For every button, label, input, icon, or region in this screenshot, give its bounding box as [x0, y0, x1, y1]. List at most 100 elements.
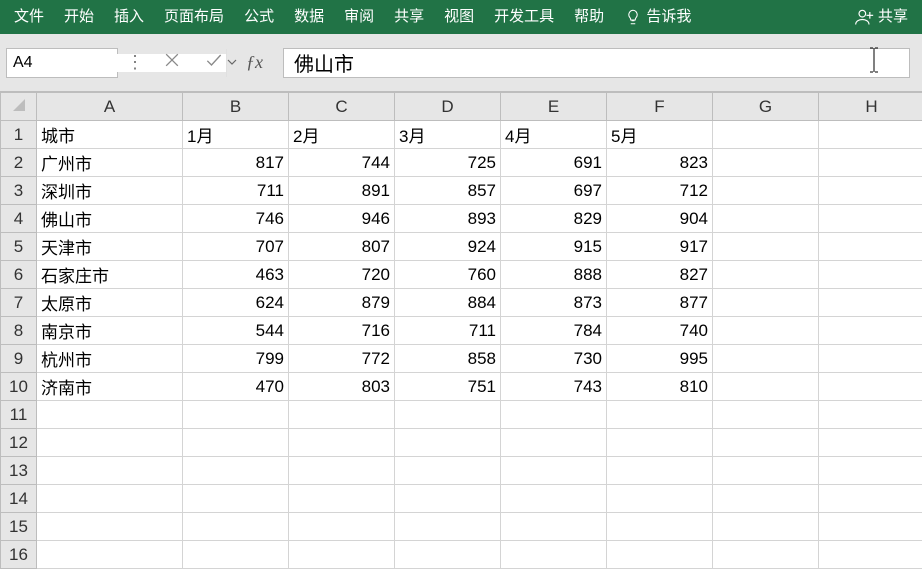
col-header-g[interactable]: G [713, 93, 819, 121]
row-header[interactable]: 5 [1, 233, 37, 261]
spreadsheet-grid[interactable]: A B C D E F G H 1城市1月2月3月4月5月2广州市8177447… [0, 92, 922, 575]
select-all-corner[interactable] [1, 93, 37, 121]
row-header[interactable]: 9 [1, 345, 37, 373]
cell[interactable] [395, 541, 501, 569]
cell[interactable] [713, 177, 819, 205]
row-header[interactable]: 14 [1, 485, 37, 513]
cell[interactable]: 707 [183, 233, 289, 261]
tab-help[interactable]: 帮助 [564, 0, 614, 34]
cell[interactable]: 760 [395, 261, 501, 289]
cell[interactable] [183, 429, 289, 457]
tab-review[interactable]: 审阅 [334, 0, 384, 34]
cell[interactable] [183, 401, 289, 429]
cell[interactable]: 823 [607, 149, 713, 177]
cell[interactable]: 893 [395, 205, 501, 233]
cell[interactable]: 879 [289, 289, 395, 317]
cell[interactable]: 716 [289, 317, 395, 345]
cell[interactable] [713, 205, 819, 233]
cell[interactable]: 463 [183, 261, 289, 289]
cell[interactable]: 917 [607, 233, 713, 261]
cell[interactable]: 624 [183, 289, 289, 317]
cell[interactable] [289, 513, 395, 541]
cell[interactable]: 5月 [607, 121, 713, 149]
cell[interactable]: 772 [289, 345, 395, 373]
cell[interactable] [819, 261, 922, 289]
tab-page-layout[interactable]: 页面布局 [154, 0, 234, 34]
cell[interactable]: 888 [501, 261, 607, 289]
cell[interactable]: 740 [607, 317, 713, 345]
cell[interactable]: 太原市 [37, 289, 183, 317]
cell[interactable]: 803 [289, 373, 395, 401]
cell[interactable] [713, 485, 819, 513]
cell[interactable] [37, 457, 183, 485]
cell[interactable]: 725 [395, 149, 501, 177]
cell[interactable]: 904 [607, 205, 713, 233]
cell[interactable] [289, 429, 395, 457]
formula-input[interactable]: 佛山市 [283, 48, 910, 78]
cell[interactable] [607, 401, 713, 429]
cell[interactable] [37, 541, 183, 569]
cell[interactable]: 1月 [183, 121, 289, 149]
cell[interactable] [819, 401, 922, 429]
cell[interactable] [713, 429, 819, 457]
col-header-c[interactable]: C [289, 93, 395, 121]
cell[interactable]: 691 [501, 149, 607, 177]
col-header-b[interactable]: B [183, 93, 289, 121]
cell[interactable]: 817 [183, 149, 289, 177]
cell[interactable] [713, 541, 819, 569]
cell[interactable]: 深圳市 [37, 177, 183, 205]
cell[interactable]: 810 [607, 373, 713, 401]
cell[interactable]: 877 [607, 289, 713, 317]
row-header[interactable]: 13 [1, 457, 37, 485]
cell[interactable]: 720 [289, 261, 395, 289]
formula-bar-options-icon[interactable]: ⋮ [124, 52, 146, 73]
cell[interactable] [607, 457, 713, 485]
cell[interactable]: 石家庄市 [37, 261, 183, 289]
cell[interactable] [183, 513, 289, 541]
cell[interactable] [37, 513, 183, 541]
cell[interactable] [713, 149, 819, 177]
tab-developer[interactable]: 开发工具 [484, 0, 564, 34]
cell[interactable]: 873 [501, 289, 607, 317]
cell[interactable] [395, 513, 501, 541]
row-header[interactable]: 16 [1, 541, 37, 569]
cell[interactable]: 799 [183, 345, 289, 373]
cell[interactable]: 946 [289, 205, 395, 233]
tell-me[interactable]: 告诉我 [614, 0, 701, 34]
cell[interactable] [289, 457, 395, 485]
cell[interactable] [713, 457, 819, 485]
cell[interactable]: 924 [395, 233, 501, 261]
tab-insert[interactable]: 插入 [104, 0, 154, 34]
cell[interactable] [713, 121, 819, 149]
cell[interactable]: 829 [501, 205, 607, 233]
cell[interactable] [501, 401, 607, 429]
cell[interactable] [819, 317, 922, 345]
row-header[interactable]: 1 [1, 121, 37, 149]
cell[interactable] [713, 345, 819, 373]
tab-view[interactable]: 视图 [434, 0, 484, 34]
row-header[interactable]: 6 [1, 261, 37, 289]
cell[interactable]: 城市 [37, 121, 183, 149]
cell[interactable] [819, 513, 922, 541]
cell[interactable] [501, 541, 607, 569]
cell[interactable]: 784 [501, 317, 607, 345]
cell[interactable]: 南京市 [37, 317, 183, 345]
row-header[interactable]: 12 [1, 429, 37, 457]
cell[interactable]: 3月 [395, 121, 501, 149]
cell[interactable] [819, 345, 922, 373]
row-header[interactable]: 4 [1, 205, 37, 233]
cell[interactable]: 827 [607, 261, 713, 289]
cell[interactable]: 884 [395, 289, 501, 317]
cell[interactable] [395, 485, 501, 513]
row-header[interactable]: 11 [1, 401, 37, 429]
cell[interactable]: 广州市 [37, 149, 183, 177]
cell[interactable] [183, 457, 289, 485]
cell[interactable] [713, 261, 819, 289]
cell[interactable]: 470 [183, 373, 289, 401]
col-header-e[interactable]: E [501, 93, 607, 121]
row-header[interactable]: 7 [1, 289, 37, 317]
cell[interactable] [713, 513, 819, 541]
cell[interactable]: 天津市 [37, 233, 183, 261]
cell[interactable] [819, 233, 922, 261]
tab-share[interactable]: 共享 [384, 0, 434, 34]
